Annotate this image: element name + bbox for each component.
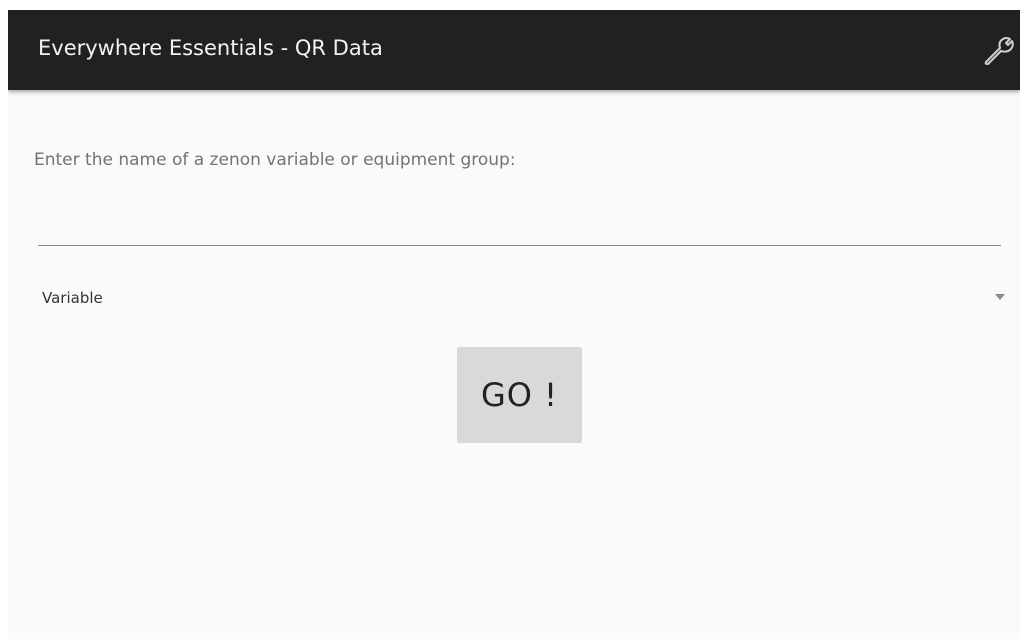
go-button[interactable]: GO ! bbox=[457, 347, 582, 443]
variable-name-input[interactable] bbox=[38, 202, 1001, 246]
app-bar: Everywhere Essentials - QR Data bbox=[8, 10, 1020, 90]
settings-button[interactable] bbox=[980, 32, 1016, 68]
type-dropdown-value: Variable bbox=[42, 289, 103, 307]
input-prompt-label: Enter the name of a zenon variable or eq… bbox=[34, 150, 516, 170]
app-screen: Everywhere Essentials - QR Data Enter th… bbox=[8, 10, 1020, 639]
dropdown-arrow-icon bbox=[995, 294, 1005, 300]
app-title: Everywhere Essentials - QR Data bbox=[38, 36, 383, 60]
wrench-icon bbox=[984, 37, 1014, 65]
type-dropdown[interactable]: Variable bbox=[38, 280, 1005, 316]
